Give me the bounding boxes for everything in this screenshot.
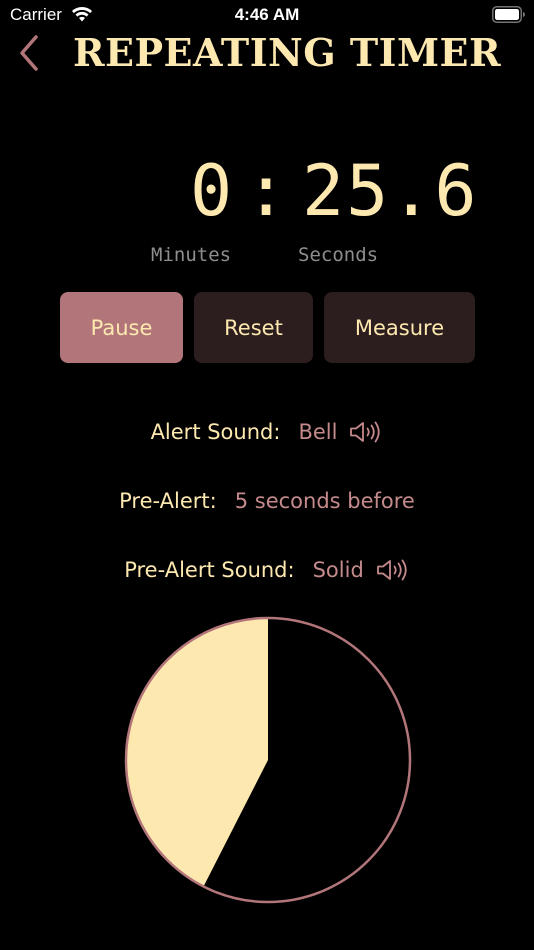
status-time: 4:46 AM (234, 5, 300, 24)
timer-progress-pie (124, 616, 412, 904)
pre-alert-value[interactable]: 5 seconds before (235, 489, 415, 513)
measure-button[interactable]: Measure (324, 292, 475, 363)
status-bar: Carrier 4:46 AM (0, 0, 534, 30)
pre-alert-sound-label: Pre-Alert Sound: (124, 558, 295, 582)
timer-display: 0 : 25.6 (0, 150, 534, 232)
timer-minutes: 0 (190, 150, 233, 232)
navigation-bar: REPEATING TIMER (0, 28, 534, 78)
speaker-wave-icon[interactable] (376, 558, 410, 582)
speaker-wave-icon[interactable] (349, 420, 383, 444)
alert-sound-label: Alert Sound: (150, 420, 281, 444)
alert-sound-value[interactable]: Bell (298, 420, 337, 444)
pre-alert-sound-row: Pre-Alert Sound: Solid (0, 552, 534, 588)
timer-colon: : (245, 150, 288, 232)
seconds-label: Seconds (298, 244, 379, 266)
pre-alert-sound-value[interactable]: Solid (313, 558, 364, 582)
battery-full-icon (492, 6, 525, 23)
pre-alert-row: Pre-Alert: 5 seconds before (0, 483, 534, 519)
minutes-label: Minutes (151, 244, 232, 266)
pause-button[interactable]: Pause (60, 292, 183, 363)
timer-seconds: 25.6 (302, 150, 479, 232)
page-title: REPEATING TIMER (72, 30, 502, 75)
alert-sound-row: Alert Sound: Bell (0, 414, 534, 450)
chevron-left-icon (20, 35, 38, 71)
reset-button[interactable]: Reset (194, 292, 313, 363)
pre-alert-label: Pre-Alert: (119, 489, 217, 513)
